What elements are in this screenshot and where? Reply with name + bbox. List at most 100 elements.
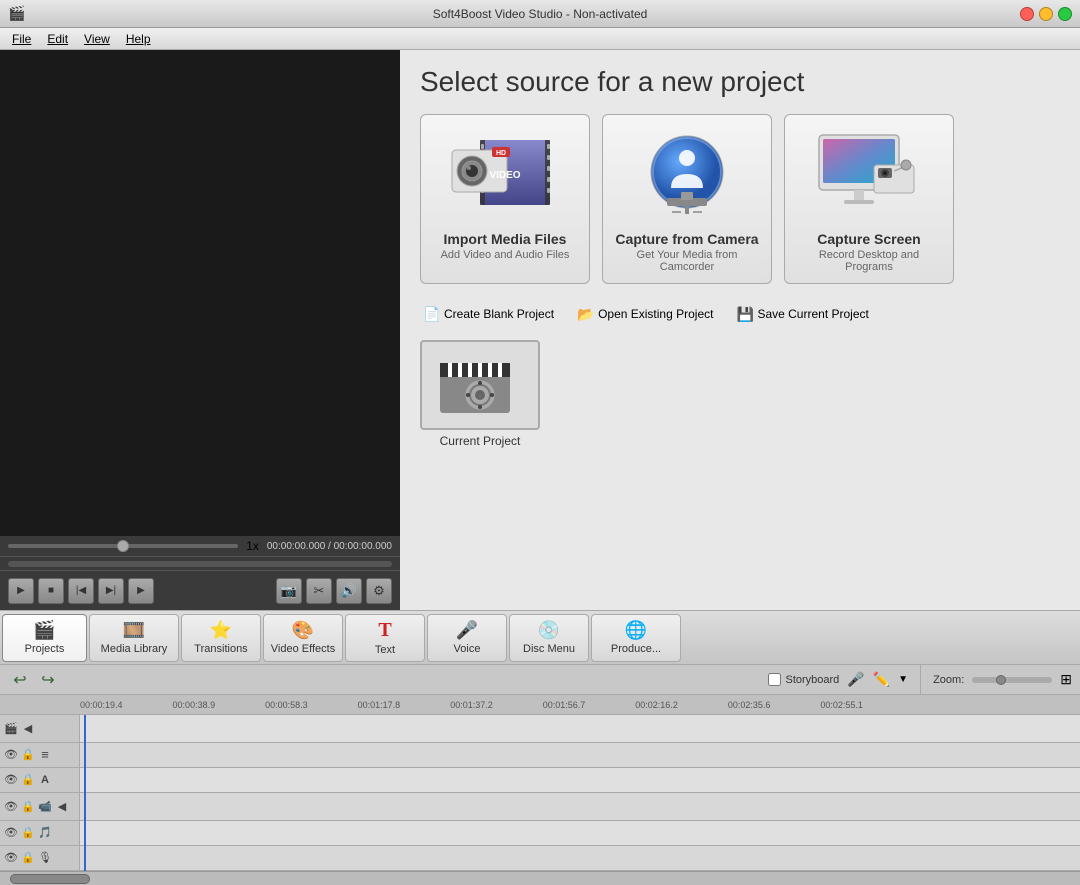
zoom-slider[interactable] — [972, 677, 1052, 683]
voice-label: Voice — [454, 643, 481, 655]
app-icon: 🎬 — [8, 5, 25, 22]
timeline-toolbar: ↩ ↪ Storyboard 🎤 ✏️ ▼ Zoom: ⊞ — [0, 665, 1080, 695]
zoom-thumb[interactable] — [996, 675, 1006, 685]
track4-eye[interactable]: 👁 — [4, 799, 18, 813]
track6-eye[interactable]: 👁 — [4, 851, 18, 865]
window-title: Soft4Boost Video Studio - Non-activated — [433, 7, 648, 21]
track-content-area — [80, 715, 1080, 871]
zoom-label: Zoom: — [933, 674, 964, 686]
track3-lock[interactable]: 🔒 — [21, 773, 35, 787]
capture-screen-desc: Record Desktop and Programs — [795, 249, 943, 273]
current-project-label: Current Project — [420, 434, 540, 448]
media-library-icon: 🎞️ — [123, 620, 145, 641]
track-header-3: 👁 🔒 A — [0, 768, 79, 793]
speed-thumb[interactable] — [117, 540, 129, 552]
capture-camera-card[interactable]: Capture from Camera Get Your Media from … — [602, 114, 772, 284]
menu-file[interactable]: File — [4, 30, 39, 48]
next-frame-button[interactable]: ▶| — [98, 578, 124, 604]
track-header-1: 🎬 ◀ — [0, 715, 79, 743]
pencil-dropdown[interactable]: ▼ — [898, 674, 908, 685]
svg-text:VIDEO: VIDEO — [489, 170, 520, 181]
settings-button[interactable]: ⚙ — [366, 578, 392, 604]
disc-menu-icon: 💿 — [538, 620, 560, 641]
capture-camera-icon — [627, 125, 747, 225]
tab-video-effects[interactable]: 🎨 Video Effects — [263, 614, 343, 662]
stop-button[interactable]: ■ — [38, 578, 64, 604]
tab-projects[interactable]: 🎬 Projects — [2, 614, 87, 662]
current-project-thumb[interactable]: Current Project — [420, 340, 540, 448]
menu-edit[interactable]: Edit — [39, 30, 76, 48]
speed-label: 1x — [246, 539, 259, 553]
track6-mic: 🎙 — [38, 851, 52, 865]
svg-text:HD: HD — [496, 150, 506, 157]
tab-produce[interactable]: 🌐 Produce... — [591, 614, 681, 662]
track-header-6: 👁 🔒 🎙 — [0, 846, 79, 871]
snapshot-button[interactable]: 📷 — [276, 578, 302, 604]
track3-eye[interactable]: 👁 — [4, 773, 18, 787]
track2-eye[interactable]: 👁 — [4, 748, 18, 762]
track5-lock[interactable]: 🔒 — [21, 826, 35, 840]
track4-lock[interactable]: 🔒 — [21, 799, 35, 813]
capture-camera-desc: Get Your Media from Camcorder — [613, 249, 761, 273]
speed-slider[interactable] — [8, 544, 238, 548]
track6-lock[interactable]: 🔒 — [21, 851, 35, 865]
scrollbar-thumb[interactable] — [10, 874, 90, 884]
progress-track — [8, 561, 392, 567]
track2-eq[interactable]: ≡ — [38, 748, 52, 762]
tab-voice[interactable]: 🎤 Voice — [427, 614, 507, 662]
tab-text[interactable]: T Text — [345, 614, 425, 662]
voice-icon: 🎤 — [456, 620, 478, 641]
crop-button[interactable]: ✂ — [306, 578, 332, 604]
track4-back[interactable]: ◀ — [55, 799, 69, 813]
window-controls — [1020, 7, 1072, 21]
titlebar: 🎬 Soft4Boost Video Studio - Non-activate… — [0, 0, 1080, 28]
text-label: Text — [375, 644, 395, 656]
capture-camera-title: Capture from Camera — [615, 231, 758, 247]
storyboard-checkbox[interactable] — [768, 673, 781, 686]
ruler-mark-5: 00:01:37.2 — [450, 700, 493, 710]
tab-disc-menu[interactable]: 💿 Disc Menu — [509, 614, 589, 662]
create-blank-button[interactable]: 📄 Create Blank Project — [420, 304, 558, 324]
track-headers: 🎬 ◀ 👁 🔒 ≡ 👁 🔒 A 👁 🔒 📹 ◀ — [0, 715, 80, 871]
track3-text: A — [38, 773, 52, 787]
capture-screen-card[interactable]: Capture Screen Record Desktop and Progra… — [784, 114, 954, 284]
audio-button[interactable]: 🔊 — [336, 578, 362, 604]
menu-view[interactable]: View — [76, 30, 118, 48]
prev-frame-button[interactable]: |◀ — [68, 578, 94, 604]
tab-transitions[interactable]: ⭐ Transitions — [181, 614, 261, 662]
track1-icon2[interactable]: ◀ — [21, 721, 35, 735]
import-media-title: Import Media Files — [444, 231, 567, 247]
transport-bar: ▶ ■ |◀ ▶| ▶ 📷 ✂ 🔊 ⚙ — [0, 570, 400, 610]
ruler-mark-2: 00:00:38.9 — [173, 700, 216, 710]
tab-media-library[interactable]: 🎞️ Media Library — [89, 614, 179, 662]
microphone-button[interactable]: 🎤 — [847, 671, 864, 688]
timeline-area: ↩ ↪ Storyboard 🎤 ✏️ ▼ Zoom: ⊞ 00:00:19.4… — [0, 665, 1080, 885]
fit-timeline-button[interactable]: ⊞ — [1060, 671, 1072, 688]
menu-help[interactable]: Help — [118, 30, 159, 48]
video-preview-panel: 1x 00:00:00.000 / 00:00:00.000 ▶ ■ |◀ ▶|… — [0, 50, 400, 610]
forward-button[interactable]: ▶ — [128, 578, 154, 604]
open-existing-button[interactable]: 📂 Open Existing Project — [574, 304, 717, 324]
import-media-card[interactable]: VIDEO HD Import Media Files Add Video an… — [420, 114, 590, 284]
maximize-button[interactable] — [1058, 7, 1072, 21]
close-button[interactable] — [1020, 7, 1034, 21]
ruler-mark-1: 00:00:19.4 — [80, 700, 123, 710]
minimize-button[interactable] — [1039, 7, 1053, 21]
create-blank-label: Create Blank Project — [444, 307, 554, 321]
save-current-label: Save Current Project — [757, 307, 868, 321]
redo-button[interactable]: ↪ — [36, 668, 60, 692]
pencil-button[interactable]: ✏️ — [873, 671, 890, 688]
track2-lock[interactable]: 🔒 — [21, 748, 35, 762]
horizontal-scrollbar[interactable] — [0, 871, 1080, 885]
import-media-desc: Add Video and Audio Files — [441, 249, 570, 261]
save-current-icon: 💾 — [737, 306, 753, 322]
track5-eye[interactable]: 👁 — [4, 826, 18, 840]
timecode: 00:00:00.000 / 00:00:00.000 — [267, 541, 392, 552]
play-button[interactable]: ▶ — [8, 578, 34, 604]
save-current-button[interactable]: 💾 Save Current Project — [733, 304, 872, 324]
menubar: File Edit View Help — [0, 28, 1080, 50]
progress-bar-area[interactable] — [0, 556, 400, 570]
storyboard-toggle[interactable]: Storyboard — [768, 673, 839, 686]
undo-button[interactable]: ↩ — [8, 668, 32, 692]
track-row-3 — [80, 768, 1080, 793]
